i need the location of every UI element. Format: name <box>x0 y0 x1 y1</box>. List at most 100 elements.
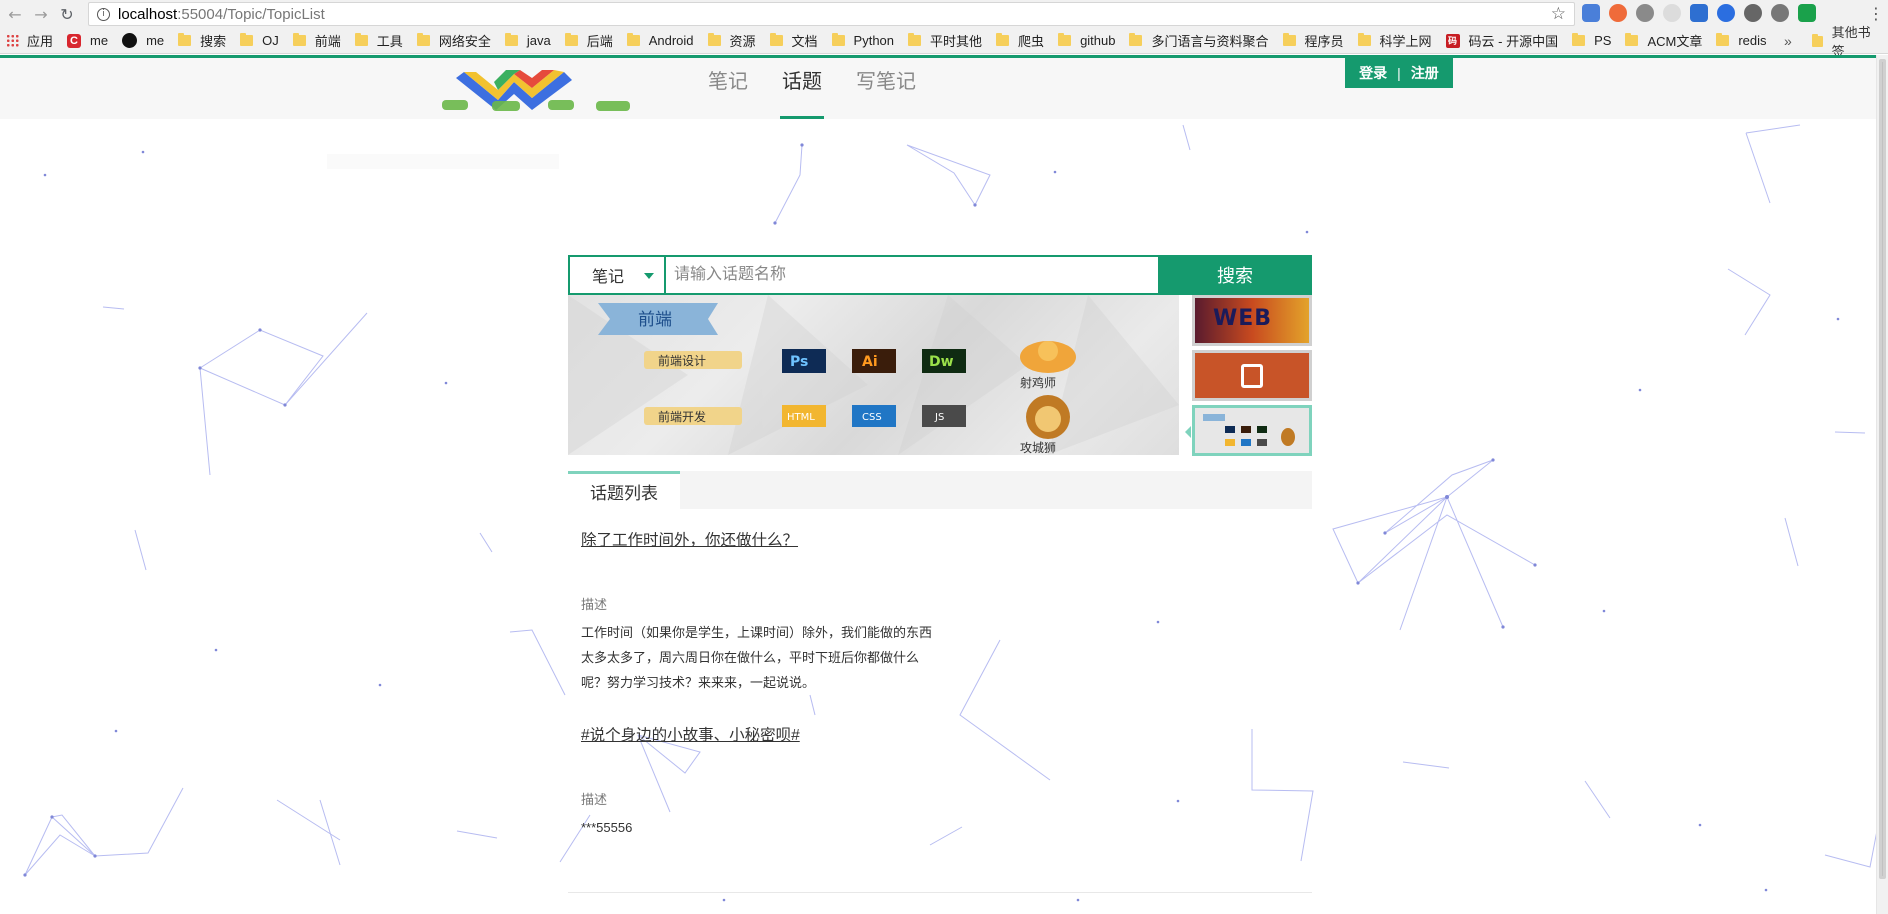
bookmark-item[interactable]: 科学上网 <box>1357 31 1432 50</box>
register-link[interactable]: 注册 <box>1411 63 1439 83</box>
bookmark-label: me <box>90 33 109 48</box>
topic-desc: ***55556 <box>581 820 633 835</box>
banner-row2-label: 前端开发 <box>658 409 706 424</box>
extension-v-icon[interactable] <box>1690 4 1708 22</box>
page: 笔记话题写笔记 登录 | 注册 笔记 搜索 前端 前端设计 前端开发 Ps <box>0 55 1888 914</box>
bookmark-item[interactable]: OJ <box>240 33 279 48</box>
bookmark-item[interactable]: redis <box>1716 33 1767 48</box>
bookmark-item[interactable]: me <box>122 33 164 48</box>
extension-gray-icon[interactable] <box>1663 4 1681 22</box>
search-button[interactable]: 搜索 <box>1158 255 1312 295</box>
bookmark-item[interactable]: 工具 <box>354 31 403 50</box>
url-path: :55004/Topic/TopicList <box>177 5 325 23</box>
bookmark-label: 码云 - 开源中国 <box>1468 34 1559 49</box>
bookmark-star-icon[interactable]: ☆ <box>1551 4 1566 24</box>
bookmark-item[interactable]: java <box>504 33 551 48</box>
bookmark-item[interactable]: 多门语言与资料聚合 <box>1129 31 1269 50</box>
nav-item-1[interactable]: 话题 <box>780 58 824 119</box>
bookmark-item[interactable]: Android <box>626 33 694 48</box>
topic-item: #说个身边的小故事、小秘密呗# 描述 ***55556 <box>581 723 981 840</box>
back-icon[interactable]: ← <box>4 3 26 25</box>
topic-title-link[interactable]: #说个身边的小故事、小秘密呗# <box>581 723 800 745</box>
page-scrollbar[interactable] <box>1876 55 1888 914</box>
extension-at-icon[interactable] <box>1717 4 1735 22</box>
search-type-value: 笔记 <box>592 269 625 286</box>
banner-thumbnails: WEB <box>1185 295 1312 460</box>
search-type-select[interactable]: 笔记 <box>570 257 666 293</box>
extension-orange-icon[interactable] <box>1609 4 1627 22</box>
bookmark-item[interactable]: github <box>1058 33 1115 48</box>
bookmarks-more-icon[interactable]: » <box>1784 33 1792 49</box>
translate-extension-icon[interactable] <box>1582 4 1600 22</box>
bookmark-item[interactable]: 码码云 - 开源中国 <box>1445 31 1559 50</box>
address-bar[interactable]: i localhost:55004/Topic/TopicList ☆ <box>88 2 1575 26</box>
tab-topic-list[interactable]: 话题列表 <box>568 471 680 509</box>
bookmark-item[interactable]: 应用 <box>0 31 53 50</box>
bookmark-label: ACM文章 <box>1647 34 1703 49</box>
bookmark-item[interactable]: 文档 <box>769 31 818 50</box>
thumb-icon-e <box>1241 439 1251 446</box>
banner-thumb-web[interactable]: WEB <box>1192 295 1312 346</box>
extension-gear-icon[interactable] <box>1771 4 1789 22</box>
bookmark-item[interactable]: ACM文章 <box>1625 31 1702 50</box>
bookmark-item[interactable]: 后端 <box>564 31 613 50</box>
folder-icon <box>1357 33 1371 46</box>
topic-tabs: 话题列表 <box>568 471 1312 509</box>
bookmark-item[interactable]: 搜索 <box>178 31 226 50</box>
bookmark-label: 工具 <box>376 34 403 49</box>
banner-char2-label: 攻城狮 <box>1020 441 1056 455</box>
extension-bulb-icon[interactable] <box>1636 4 1654 22</box>
folder-icon <box>996 33 1010 46</box>
thumb-ribbon-icon <box>1203 414 1225 421</box>
forward-icon[interactable]: → <box>30 3 52 25</box>
extension-shield-icon[interactable] <box>1798 4 1816 22</box>
folder-icon <box>769 33 783 46</box>
bookmark-item[interactable]: 爬虫 <box>996 31 1044 50</box>
thumb-icon-a <box>1225 426 1235 433</box>
auth-box: 登录 | 注册 <box>1345 58 1453 88</box>
banner-thumb-magento[interactable] <box>1192 350 1312 401</box>
bookmark-item[interactable]: 前端 <box>292 31 341 50</box>
folder-icon <box>416 33 430 46</box>
folder-icon <box>178 33 192 46</box>
bookmark-item[interactable]: 平时其他 <box>908 31 982 50</box>
bookmark-item[interactable]: 程序员 <box>1282 31 1344 50</box>
folder-icon <box>831 33 845 46</box>
designer-mascot-head <box>1038 341 1058 361</box>
extension-eye-icon[interactable] <box>1744 4 1762 22</box>
magento-logo-icon <box>1241 364 1263 388</box>
reload-icon[interactable]: ↻ <box>56 3 78 25</box>
css-label: CSS <box>862 412 882 423</box>
bookmark-item[interactable]: PS <box>1572 33 1611 48</box>
thumb-web-text: WEB <box>1213 306 1273 331</box>
thumb-icon-b <box>1241 426 1251 433</box>
browser-menu-icon[interactable]: ⋮ <box>1868 4 1884 23</box>
topic-title-link[interactable]: 除了工作时间外，你还做什么？ <box>581 528 798 550</box>
bookmark-item[interactable]: 资源 <box>707 31 756 50</box>
js-label: JS <box>934 412 944 423</box>
banner-image: 前端 前端设计 前端开发 Ps Ai Dw HTML CSS JS 射鸡师 攻城… <box>568 295 1179 455</box>
site-logo[interactable] <box>436 66 656 114</box>
main-nav: 笔记 话题 写笔记 <box>706 58 948 119</box>
banner-title: 前端 <box>638 310 672 330</box>
thumb-icon-d <box>1225 439 1235 446</box>
nav-item-0[interactable]: 笔记 <box>706 58 750 119</box>
other-bookmarks[interactable]: 其他书签 <box>1812 25 1888 59</box>
search-input[interactable] <box>666 257 1158 293</box>
folder-icon <box>1572 33 1586 46</box>
folder-icon <box>707 33 721 46</box>
nav-item-2[interactable]: 写笔记 <box>854 58 918 119</box>
bookmark-label: PS <box>1594 33 1612 48</box>
login-link[interactable]: 登录 <box>1359 63 1387 83</box>
bookmark-item[interactable]: 网络安全 <box>416 31 491 50</box>
bookmark-label: 多门语言与资料聚合 <box>1151 34 1269 49</box>
folder-icon <box>240 33 254 46</box>
banner-carousel[interactable]: 前端 前端设计 前端开发 Ps Ai Dw HTML CSS JS 射鸡师 攻城… <box>568 295 1179 455</box>
banner-thumb-frontend[interactable] <box>1185 405 1312 456</box>
ps-label: Ps <box>790 354 808 370</box>
scrollbar-thumb[interactable] <box>1879 59 1886 879</box>
bookmark-label: java <box>526 33 551 48</box>
bookmark-item[interactable]: Python <box>831 33 894 48</box>
bookmark-item[interactable]: Cme <box>67 33 108 48</box>
info-icon[interactable]: i <box>97 7 110 21</box>
